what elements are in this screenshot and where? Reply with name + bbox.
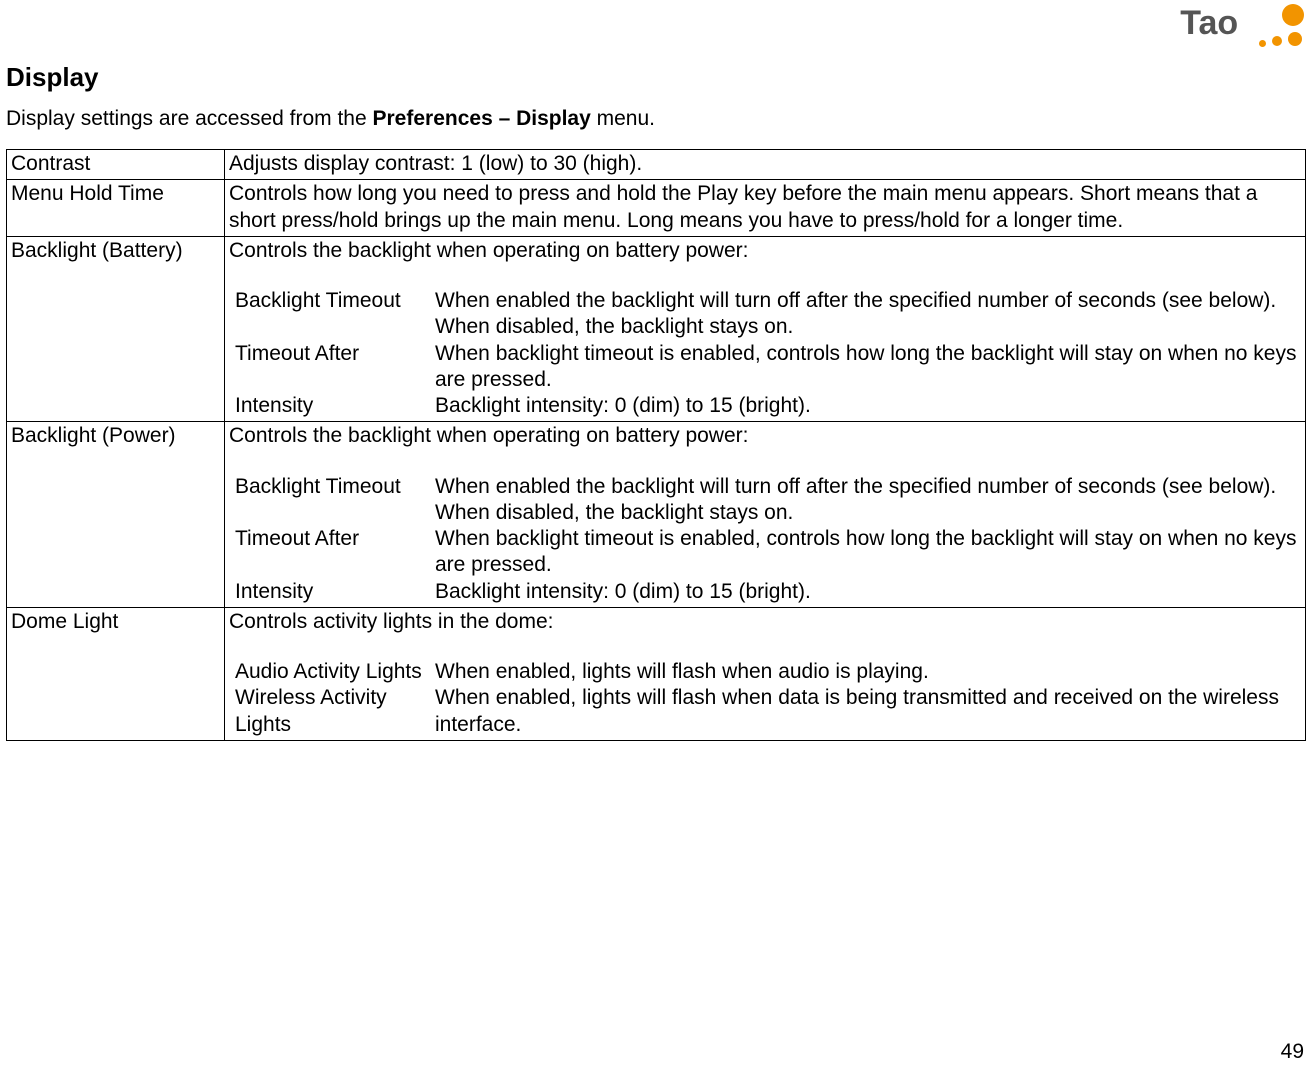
sub-desc: Backlight intensity: 0 (dim) to 15 (brig… xyxy=(435,393,1307,419)
table-row: Backlight (Battery) Controls the backlig… xyxy=(7,236,1306,422)
setting-subintro: Controls activity lights in the dome: xyxy=(229,609,1301,635)
sub-desc: When backlight timeout is enabled, contr… xyxy=(435,341,1307,394)
sub-table: Backlight TimeoutWhen enabled the backli… xyxy=(235,474,1307,605)
sub-name: Intensity xyxy=(235,393,435,419)
intro-prefix: Display settings are accessed from the xyxy=(6,107,373,130)
sub-table: Audio Activity LightsWhen enabled, light… xyxy=(235,659,1307,738)
table-row: Dome Light Controls activity lights in t… xyxy=(7,607,1306,740)
setting-label: Dome Light xyxy=(7,607,225,740)
sub-name: Backlight Timeout xyxy=(235,474,435,527)
table-row: Menu Hold Time Controls how long you nee… xyxy=(7,180,1306,237)
setting-label: Backlight (Power) xyxy=(7,422,225,608)
sub-desc: Backlight intensity: 0 (dim) to 15 (brig… xyxy=(435,579,1307,605)
setting-desc: Controls activity lights in the dome: Au… xyxy=(225,607,1306,740)
sub-desc: When enabled, lights will flash when dat… xyxy=(435,685,1307,738)
sub-name: Intensity xyxy=(235,579,435,605)
sub-name: Wireless Activity Lights xyxy=(235,685,435,738)
brand-logo: Tao xyxy=(1180,4,1304,58)
logo-dots-icon xyxy=(1250,4,1304,52)
setting-desc: Controls how long you need to press and … xyxy=(225,180,1306,237)
setting-label: Menu Hold Time xyxy=(7,180,225,237)
section-heading: Display xyxy=(6,62,1306,93)
table-row: Backlight (Power) Controls the backlight… xyxy=(7,422,1306,608)
setting-desc: Adjusts display contrast: 1 (low) to 30 … xyxy=(225,150,1306,180)
sub-desc: When enabled, lights will flash when aud… xyxy=(435,659,1307,685)
setting-desc: Controls the backlight when operating on… xyxy=(225,236,1306,422)
setting-label: Backlight (Battery) xyxy=(7,236,225,422)
intro-suffix: menu. xyxy=(591,107,655,130)
settings-table: Contrast Adjusts display contrast: 1 (lo… xyxy=(6,149,1306,741)
table-row: Contrast Adjusts display contrast: 1 (lo… xyxy=(7,150,1306,180)
sub-desc: When backlight timeout is enabled, contr… xyxy=(435,526,1307,579)
sub-desc: When enabled the backlight will turn off… xyxy=(435,474,1307,527)
setting-subintro: Controls the backlight when operating on… xyxy=(229,423,1301,449)
intro-bold: Preferences – Display xyxy=(373,107,591,130)
setting-subintro: Controls the backlight when operating on… xyxy=(229,238,1301,264)
sub-name: Timeout After xyxy=(235,341,435,394)
page-number: 49 xyxy=(1281,1040,1304,1064)
sub-name: Timeout After xyxy=(235,526,435,579)
intro-text: Display settings are accessed from the P… xyxy=(6,107,1306,131)
sub-table: Backlight TimeoutWhen enabled the backli… xyxy=(235,288,1307,419)
setting-desc: Controls the backlight when operating on… xyxy=(225,422,1306,608)
sub-desc: When enabled the backlight will turn off… xyxy=(435,288,1307,341)
brand-name: Tao xyxy=(1180,4,1238,43)
setting-label: Contrast xyxy=(7,150,225,180)
sub-name: Audio Activity Lights xyxy=(235,659,435,685)
sub-name: Backlight Timeout xyxy=(235,288,435,341)
